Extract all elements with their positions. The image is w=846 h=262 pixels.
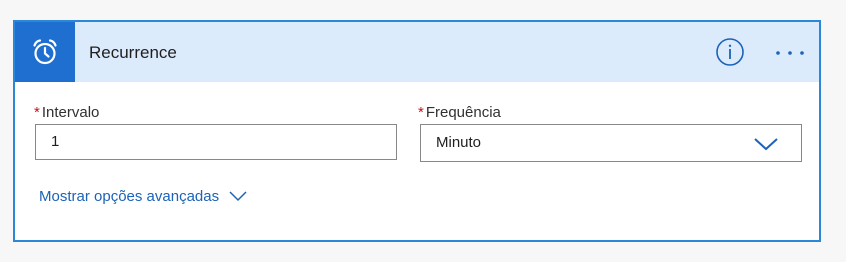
more-options-icon[interactable] <box>773 37 807 67</box>
chevron-down-icon[interactable] <box>753 132 779 152</box>
info-icon[interactable] <box>715 37 745 67</box>
show-advanced-options-link[interactable]: Mostrar opções avançadas <box>39 188 247 206</box>
required-mark: * <box>34 104 40 121</box>
interval-input[interactable]: 1 <box>35 124 397 160</box>
show-advanced-options-label: Mostrar opções avançadas <box>39 188 220 205</box>
chevron-down-icon <box>229 189 247 206</box>
alarm-clock-icon <box>15 22 75 82</box>
required-mark: * <box>418 104 424 121</box>
interval-value: 1 <box>51 133 60 150</box>
frequency-value: Minuto <box>436 134 482 151</box>
interval-label: * Intervalo <box>34 104 99 121</box>
frequency-label: * Frequência <box>418 104 501 121</box>
recurrence-trigger-card: Recurrence * Intervalo 1 * Frequência Minu… <box>13 20 821 242</box>
interval-label-text: Intervalo <box>41 104 100 121</box>
card-header[interactable]: Recurrence <box>15 22 819 82</box>
frequency-dropdown[interactable]: Minuto <box>420 124 802 162</box>
frequency-label-text: Frequência <box>425 104 501 121</box>
card-title: Recurrence <box>89 43 177 62</box>
